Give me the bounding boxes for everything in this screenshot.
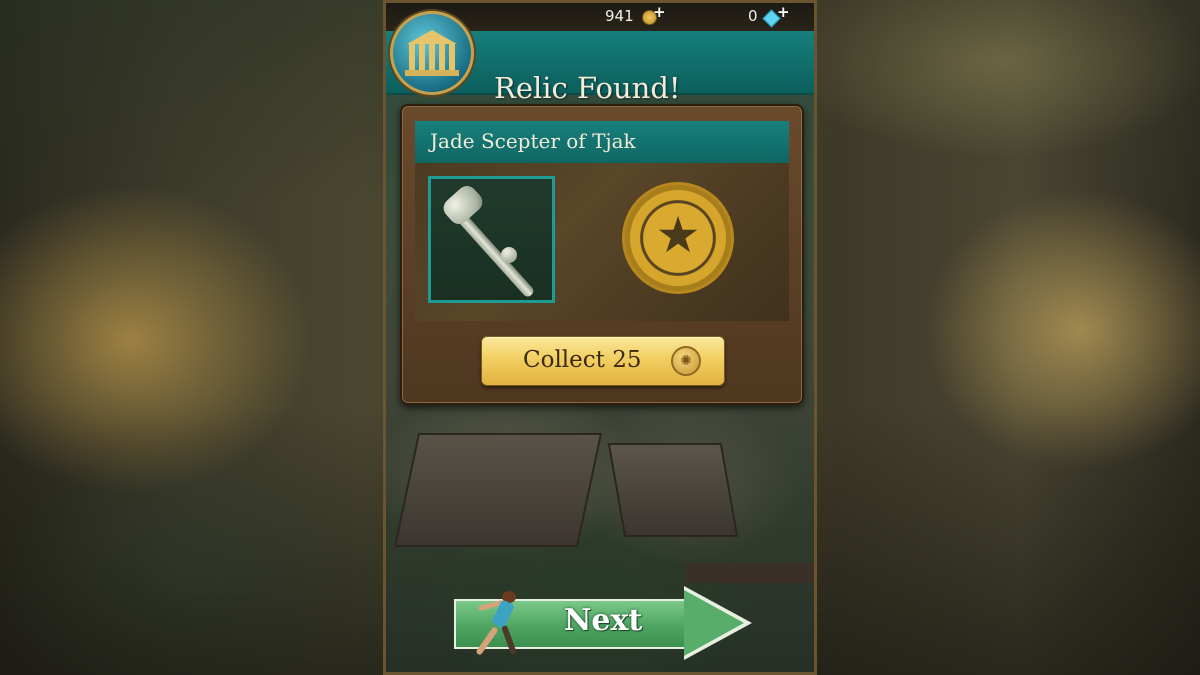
runner-leg-shape bbox=[475, 626, 499, 656]
blurred-background-right bbox=[815, 0, 1200, 675]
relic-artwork: ★ bbox=[415, 163, 789, 321]
add-coins-button[interactable]: + bbox=[653, 3, 666, 21]
temple-icon bbox=[390, 11, 474, 95]
seal-star-glyph: ★ bbox=[655, 206, 701, 264]
gem-count: 0 bbox=[748, 7, 758, 25]
scepter-head-shape bbox=[439, 181, 487, 229]
collect-button-label: Collect 25 bbox=[523, 347, 642, 373]
relic-name-banner: Jade Scepter of Tjak bbox=[415, 121, 789, 163]
page-title: Relic Found! bbox=[494, 71, 681, 105]
temple-base-shape bbox=[405, 70, 459, 76]
next-button-label: Next bbox=[564, 603, 643, 638]
relic-item-frame bbox=[428, 176, 555, 303]
next-button[interactable]: Next bbox=[454, 583, 754, 663]
temple-ruin-left bbox=[393, 433, 603, 547]
rope-bridge bbox=[686, 563, 814, 583]
coin-count: 941 bbox=[605, 7, 634, 25]
blurred-background-left bbox=[0, 0, 383, 675]
runner-leg-shape bbox=[501, 624, 517, 656]
arrow-right-icon bbox=[684, 590, 744, 656]
jade-scepter-icon bbox=[453, 209, 536, 299]
temple-roof-shape bbox=[407, 30, 457, 44]
game-panel: 941 + 0 + Relic Found! Jade Scepter of T… bbox=[383, 0, 817, 675]
relic-card: Jade Scepter of Tjak ★ Collect 25 ✺ bbox=[400, 104, 804, 405]
star-seal-icon: ★ bbox=[625, 185, 731, 291]
temple-columns-shape bbox=[409, 44, 455, 70]
collect-button[interactable]: Collect 25 ✺ bbox=[481, 336, 725, 386]
scepter-knob-shape bbox=[501, 247, 517, 263]
temple-ruin-right bbox=[607, 443, 739, 537]
relic-name: Jade Scepter of Tjak bbox=[430, 129, 636, 153]
add-gems-button[interactable]: + bbox=[777, 3, 790, 21]
coin-icon: ✺ bbox=[671, 346, 701, 376]
runner-character-icon bbox=[464, 589, 534, 663]
